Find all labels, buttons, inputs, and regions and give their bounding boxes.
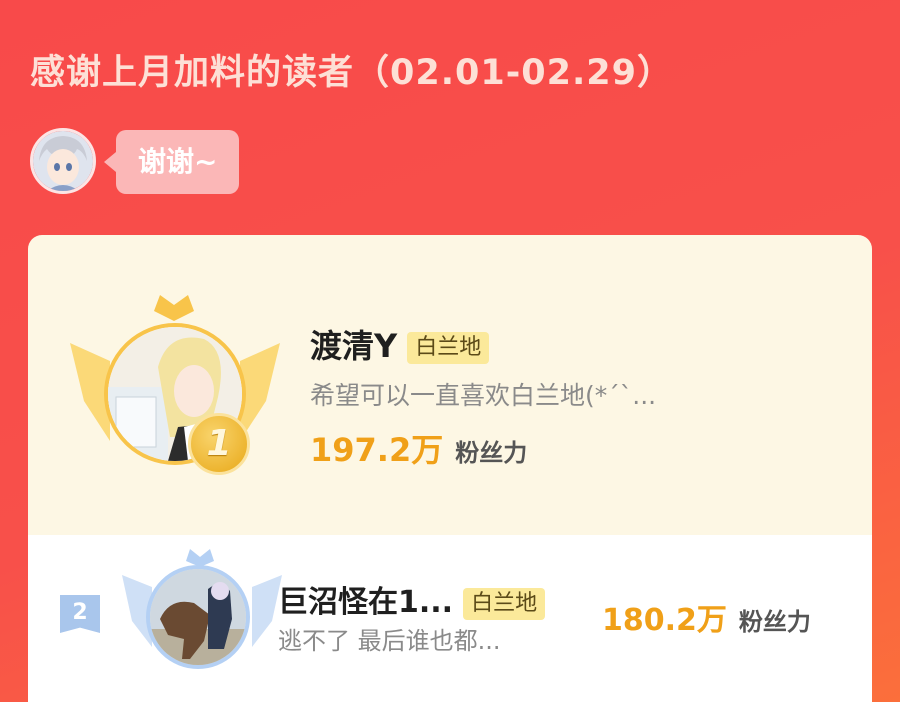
host-avatar-illustration: [33, 131, 93, 191]
rank-2-message: 逃不了 最后谁也都...: [278, 627, 501, 655]
rank-2-score-unit: 粉丝力: [738, 608, 811, 636]
rank-1-score: 197.2万 粉丝力: [310, 425, 527, 471]
ranking-card: 1 渡清Y 白兰地 希望可以一直喜欢白兰地(*´`... 197.2万 粉丝力 2: [28, 235, 872, 702]
rank-2-avatar: [146, 565, 250, 669]
rank-2-score: 180.2万 粉丝力: [602, 595, 811, 639]
rank-1-tag: 白兰地: [407, 332, 490, 364]
rank-1-name[interactable]: 渡清Y 白兰地: [310, 321, 490, 367]
host-avatar: [30, 128, 96, 194]
rank-1-name-text: 渡清Y: [310, 327, 398, 365]
page-title: 感谢上月加料的读者（02.01-02.29）: [30, 53, 673, 93]
rank-2-row[interactable]: 2 巨沼怪在1... 白兰地 逃不了 最后谁也都... 180.2万 粉丝力: [28, 535, 872, 702]
rank-2-score-value: 180.2万: [602, 603, 727, 638]
rank-2-avatar-illustration: [150, 569, 246, 665]
thanks-bubble: 谢谢~: [103, 130, 240, 194]
rank-2-name[interactable]: 巨沼怪在1... 白兰地: [278, 577, 546, 621]
rank-1-medal: 1: [188, 413, 250, 475]
rank-2-name-text: 巨沼怪在1...: [278, 585, 454, 620]
rank-2-avatar-frame[interactable]: [122, 547, 282, 677]
rank-1-message: 希望可以一直喜欢白兰地(*´`...: [310, 381, 657, 410]
rank-1-avatar-frame[interactable]: 1: [70, 291, 280, 481]
rank-2-badge: 2: [60, 595, 100, 633]
rank-1-score-unit: 粉丝力: [455, 439, 528, 467]
rank-1-score-value: 197.2万: [310, 431, 444, 469]
rank-2-tag: 白兰地: [463, 587, 546, 620]
